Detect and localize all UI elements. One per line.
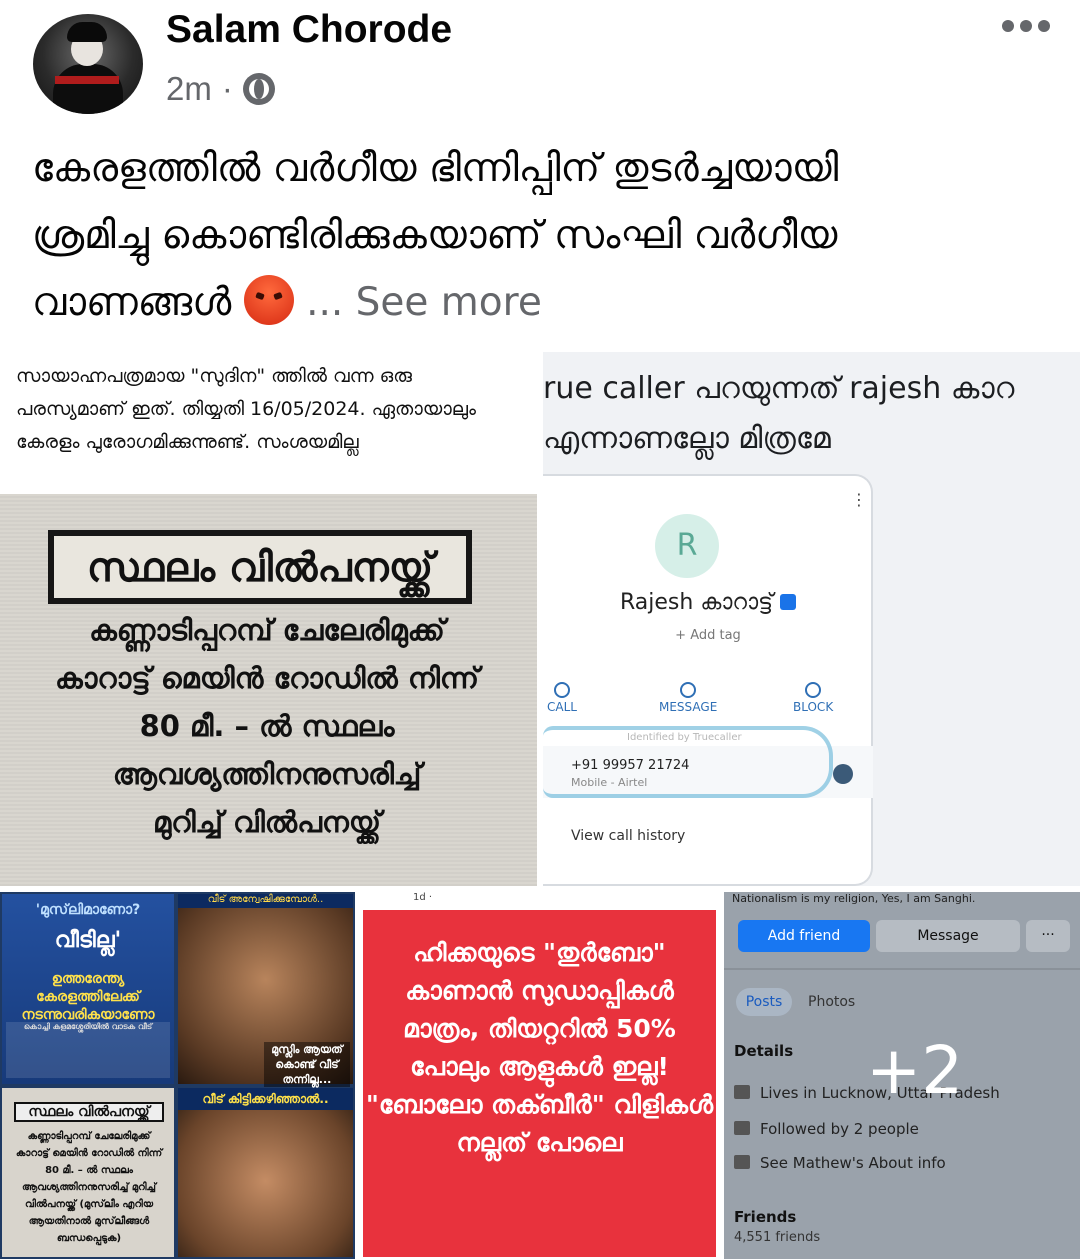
meme-panel-1: വീട് അന്വേഷിക്കുമ്പോൾ.. മുസ്ലിം ആയത് കൊണ…	[178, 894, 353, 1087]
meme-caption-top: വീട് അന്വേഷിക്കുമ്പോൾ..	[178, 894, 353, 908]
red-card: ഹിക്കയുടെ "തുർബോ" കാണാൻ സുഡാപ്പികൾ മാത്ര…	[363, 910, 716, 1257]
home-icon	[734, 1085, 750, 1099]
tab-photos: Photos	[808, 994, 856, 1010]
ad-line: 80 മീ. – ൽ സ്ഥലം	[139, 709, 395, 743]
avatar-figure-robe	[53, 64, 123, 114]
caption-line: rue caller പറയുന്നത് rajesh കാറ	[543, 371, 1015, 406]
friends-heading: Friends	[734, 1208, 797, 1226]
see-more-link[interactable]: ... See more	[306, 280, 542, 325]
message-label: MESSAGE	[659, 700, 718, 714]
avatar-figure-turban	[67, 22, 107, 42]
newspaper-caption: സായാഹ്നപത്രമായ "സുദിന" ത്തിൽ വന്ന ഒരു പര…	[16, 365, 476, 453]
post-text-line: വാണങ്ങൾ ... See more	[32, 269, 1052, 336]
truecaller-caption: rue caller പറയുന്നത് rajesh കാറ എന്നാണല്…	[543, 364, 1080, 464]
post-meta: 2m ·	[166, 70, 275, 108]
block-icon	[805, 682, 822, 698]
detail-followed: Followed by 2 people	[734, 1120, 919, 1138]
post-text-segment: വാണങ്ങൾ	[32, 280, 232, 325]
red-card-text: ഹിക്കയുടെ "തുർബോ" കാണാൻ സുഡാപ്പികൾ മാത്ര…	[365, 938, 714, 1157]
add-tag: + Add tag	[675, 628, 741, 643]
message-icon	[680, 682, 697, 698]
detail-text: Followed by 2 people	[760, 1120, 919, 1138]
more-photos-overlay[interactable]: +2	[866, 1032, 963, 1109]
post-header: Salam Chorode 2m ·	[0, 0, 1080, 130]
message-label: Message	[917, 928, 979, 944]
ad-line: ആവശ്യത്തിനനുസരിച്ച്	[112, 757, 422, 791]
tab-posts: Posts	[736, 988, 792, 1016]
friends-count: 4,551 friends	[734, 1230, 821, 1245]
post-time-small: 1d ·	[413, 892, 433, 903]
news-kicker: 'മുസ്‌ലിമാണോ?	[35, 902, 141, 918]
kebab-menu-icon: ⋮	[851, 490, 867, 509]
photo-truecaller[interactable]: rue caller പറയുന്നത് rajesh കാറ എന്നാണല്…	[543, 352, 1080, 886]
news-subhead: ഉത്തരേന്ത്യ കേരളത്തിലേക്ക് നടന്നുവരികയാണ…	[21, 971, 155, 1023]
detail-text: See Mathew's About info	[760, 1154, 946, 1172]
ad-line: മുറിച്ച് വിൽപനയ്ക്ക്	[152, 805, 382, 839]
more-options-button[interactable]	[1000, 14, 1052, 38]
profile-bio: Nationalism is my religion, Yes, I am Sa…	[732, 892, 976, 905]
ad-small-title: സ്ഥലം വിൽപനയ്ക്ക്	[14, 1102, 164, 1122]
contact-name-text: Rajesh കാറാട്ട്	[619, 590, 774, 615]
call-action: CALL	[547, 682, 577, 714]
add-friend-label: Add friend	[767, 928, 841, 944]
dot-icon	[1038, 20, 1050, 32]
avatar-flag-band	[55, 76, 119, 84]
news-headline: വീടില്ല'	[54, 928, 122, 953]
contact-name: Rajesh കാറാട്ട്	[543, 590, 873, 615]
detail-about: See Mathew's About info	[734, 1154, 946, 1172]
dot-icon	[1020, 20, 1032, 32]
ad-body: കണ്ണാടിപ്പറമ്പ് ചേലേരിമുക്ക് കാറാട്ട് മെ…	[52, 606, 482, 846]
ad-line: കണ്ണാടിപ്പറമ്പ് ചേലേരിമുക്ക്	[89, 613, 445, 647]
caption-line: എന്നാണല്ലോ മിത്രമേ	[543, 421, 831, 456]
ellipsis-icon	[734, 1155, 750, 1169]
carrier: Mobile - Airtel	[571, 776, 648, 789]
message-action: MESSAGE	[659, 682, 717, 714]
angry-face-icon	[243, 275, 294, 325]
block-action: BLOCK	[793, 682, 833, 714]
news-card: 'മുസ്‌ലിമാണോ? വീടില്ല' ഉത്തരേന്ത്യ കേരളത…	[2, 894, 174, 1084]
post-text-line: കേരളത്തിൽ വർഗീയ ഭിന്നിപ്പിന് തുടർച്ചയായി	[32, 146, 839, 191]
contact-actions: CALL MESSAGE BLOCK	[543, 682, 873, 724]
ad-small-body: കണ്ണാടിപ്പറമ്പ് ചേലേരിമുക്ക് കാറാട്ട് മെ…	[15, 1131, 163, 1244]
divider	[724, 968, 1080, 970]
rss-icon	[734, 1121, 750, 1135]
news-small-text: കൊച്ചി കളമശ്ശേരിയിൽ വാടക വീട്	[6, 1022, 170, 1078]
block-label: BLOCK	[793, 700, 834, 714]
globe-icon	[242, 73, 275, 105]
phone-number: +91 99957 21724	[571, 758, 690, 773]
meta-separator: ·	[221, 70, 233, 107]
newspaper-clipping: സ്ഥലം വിൽപനയ്ക്ക് കണ്ണാടിപ്പറമ്പ് ചേലേരി…	[0, 494, 537, 886]
call-history: View call history	[571, 828, 686, 844]
meme-panel-2: വീട് കിട്ടിക്കഴിഞ്ഞാൽ..	[178, 1088, 353, 1257]
photo-profile[interactable]: Nationalism is my religion, Yes, I am Sa…	[724, 892, 1080, 1259]
contact-avatar: R	[655, 514, 719, 578]
ad-title: സ്ഥലം വിൽപനയ്ക്ക്	[48, 530, 472, 604]
message-button: Message	[876, 920, 1020, 952]
photo-newspaper-ad[interactable]: സായാഹ്നപത്രമായ "സുദിന" ത്തിൽ വന്ന ഒരു പര…	[0, 352, 537, 886]
ad-line: കാറാട്ട് മെയിൻ റോഡിൽ നിന്ന്	[54, 661, 480, 695]
chat-bubble-icon	[833, 764, 853, 784]
more-button: ···	[1026, 920, 1070, 952]
add-friend-button: Add friend	[738, 920, 870, 952]
post-text: കേരളത്തിൽ വർഗീയ ഭിന്നിപ്പിന് തുടർച്ചയായി…	[32, 135, 1052, 336]
photo-collage[interactable]: 'മുസ്‌ലിമാണോ? വീടില്ല' ഉത്തരേന്ത്യ കേരളത…	[0, 892, 355, 1259]
meme-caption-bottom: മുസ്ലിം ആയത് കൊണ്ട് വീട് തന്നില്ല...	[264, 1042, 350, 1087]
author-name[interactable]: Salam Chorode	[166, 8, 452, 52]
verified-icon	[780, 594, 797, 610]
photo-red-post[interactable]: 1d · ഹിക്കയുടെ "തുർബോ" കാണാൻ സുഡാപ്പികൾ …	[361, 892, 718, 1259]
meme-caption-top: വീട് കിട്ടിക്കഴിഞ്ഞാൽ..	[178, 1088, 353, 1110]
contact-card: ⋮ R Rajesh കാറാട്ട് + Add tag CALL MESSA…	[543, 474, 873, 886]
details-heading: Details	[734, 1042, 794, 1060]
ad-clipping-small: സ്ഥലം വിൽപനയ്ക്ക് കണ്ണാടിപ്പറമ്പ് ചേലേരി…	[2, 1088, 174, 1257]
phone-icon	[553, 682, 570, 698]
call-label: CALL	[547, 700, 577, 714]
post-text-line: ശ്രമിച്ചു കൊണ്ടിരിക്കുകയാണ് സംഘി വർഗീയ	[32, 213, 838, 258]
dot-icon	[1002, 20, 1014, 32]
post-time[interactable]: 2m	[166, 70, 212, 108]
author-avatar[interactable]	[33, 14, 143, 114]
